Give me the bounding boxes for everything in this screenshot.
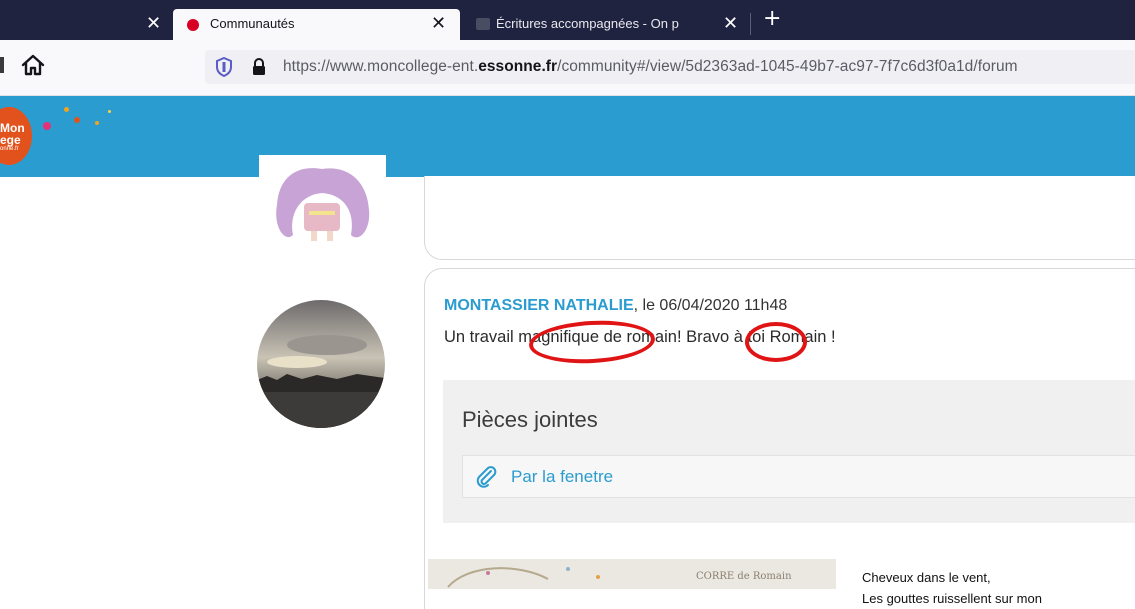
url-text[interactable]: https://www.moncollege-ent.essonne.fr/co… <box>283 58 1018 76</box>
paperclip-icon <box>476 466 497 488</box>
tab-favicon-icon <box>187 19 199 31</box>
url-suffix: /community#/view/5d2363ad-1045-49b7-ac97… <box>557 58 1018 75</box>
address-bar[interactable]: https://www.moncollege-ent.essonne.fr/co… <box>205 50 1135 84</box>
logo-confetti <box>95 121 99 125</box>
tab-ecritures[interactable]: Écritures accompagnées - On p ✕ <box>462 9 746 40</box>
post-comment: Un travail magnifique de romain! Bravo à… <box>444 328 836 346</box>
attachments-title: Pièces jointes <box>462 407 598 432</box>
logo-confetti <box>74 117 80 123</box>
date-separator: , le <box>633 297 660 314</box>
author-name[interactable]: MONTASSIER NATHALIE <box>444 297 634 314</box>
logo-confetti <box>43 122 51 130</box>
tab-close-icon[interactable]: ✕ <box>723 15 738 33</box>
tab-close-icon[interactable]: ✕ <box>146 15 161 33</box>
logo-confetti <box>64 107 69 112</box>
home-icon[interactable] <box>20 52 46 78</box>
attachments-panel <box>443 380 1135 523</box>
logo-confetti <box>108 110 111 113</box>
browser-tab-strip: ✕ Communautés ✕ Écritures accompagnées -… <box>0 0 1135 40</box>
tab-title: Communautés <box>210 16 295 31</box>
poem-text: Cheveux dans le vent, Les gouttes ruisse… <box>862 567 1042 609</box>
shield-icon[interactable] <box>215 57 233 77</box>
post-header: MONTASSIER NATHALIE, le 06/04/2020 11h48 <box>444 297 787 315</box>
attachment-link[interactable]: Par la fenetre <box>511 467 613 487</box>
back-button[interactable] <box>0 57 4 73</box>
lock-icon[interactable] <box>251 58 267 76</box>
url-prefix: https://www.moncollege-ent. <box>283 58 479 75</box>
url-domain: essonne.fr <box>478 58 558 75</box>
tab-communautes[interactable]: Communautés ✕ <box>173 9 460 40</box>
logo-subtext: onne.fr <box>0 146 19 152</box>
poem-illustration: CORRE de Romain <box>428 559 836 589</box>
avatar <box>257 300 385 428</box>
logo-text: ege <box>0 133 21 147</box>
tab-title: Écritures accompagnées - On p <box>496 16 679 31</box>
new-tab-button[interactable]: + <box>763 6 781 31</box>
poem-line: Cheveux dans le vent, <box>862 570 991 585</box>
illustration-caption: CORRE de Romain <box>696 571 792 582</box>
browser-toolbar: https://www.moncollege-ent.essonne.fr/co… <box>0 40 1135 96</box>
poem-line: Les gouttes ruissellent sur mon <box>862 591 1042 606</box>
tab-close-icon[interactable]: ✕ <box>431 15 446 33</box>
avatar <box>259 155 386 250</box>
attachment-item[interactable]: Par la fenetre <box>462 455 1135 498</box>
previous-post-card <box>424 176 1135 260</box>
tab-separator <box>750 13 751 35</box>
app-header <box>0 96 1135 177</box>
post-date: 06/04/2020 11h48 <box>659 297 788 314</box>
tab-favicon-icon <box>476 18 490 30</box>
tab-previous[interactable]: ✕ <box>0 9 172 40</box>
